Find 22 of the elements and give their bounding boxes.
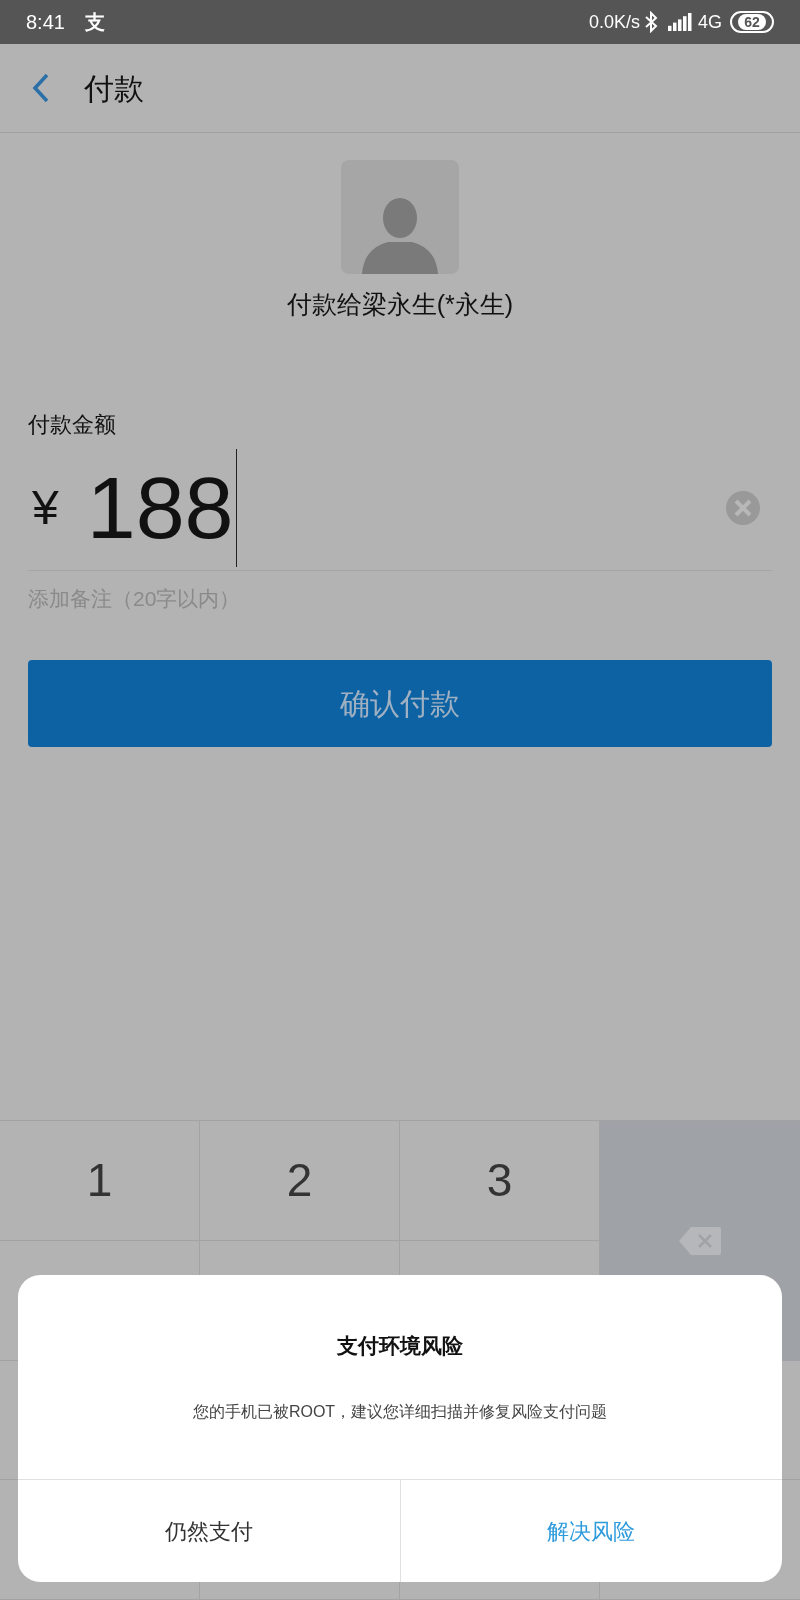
currency-symbol: ¥ — [32, 480, 59, 536]
back-icon — [32, 72, 50, 104]
app-notification-glyph: 支 — [84, 10, 105, 35]
amount-label: 付款金额 — [28, 410, 116, 439]
network-type: 4G — [698, 10, 722, 34]
dialog-button[interactable]: 解决风险 — [399, 1480, 782, 1582]
dialog-button[interactable]: 仍然支付 — [18, 1480, 400, 1582]
signal-icon — [668, 13, 694, 31]
dialog-message: 您的手机已被ROOT，建议您详细扫描并修复风险支付问题 — [192, 1401, 608, 1422]
person-icon — [360, 196, 440, 274]
clock: 8:41 — [26, 10, 65, 35]
clear-icon[interactable] — [726, 491, 760, 525]
keypad-key[interactable]: 1 — [0, 1121, 200, 1241]
dialog-title: 支付环境风险 — [337, 1333, 463, 1360]
payee-name: 付款给梁永生(*永生) — [286, 289, 514, 320]
keypad-key[interactable]: 2 — [200, 1121, 400, 1241]
battery-indicator: 62 — [730, 11, 774, 33]
bluetooth-icon — [644, 11, 658, 33]
amount-value: 188 — [86, 464, 234, 552]
network-speed: 0.0K/s — [588, 10, 640, 34]
amount-field[interactable]: ¥ 188 — [28, 446, 772, 571]
page-title: 付款 — [84, 70, 144, 107]
